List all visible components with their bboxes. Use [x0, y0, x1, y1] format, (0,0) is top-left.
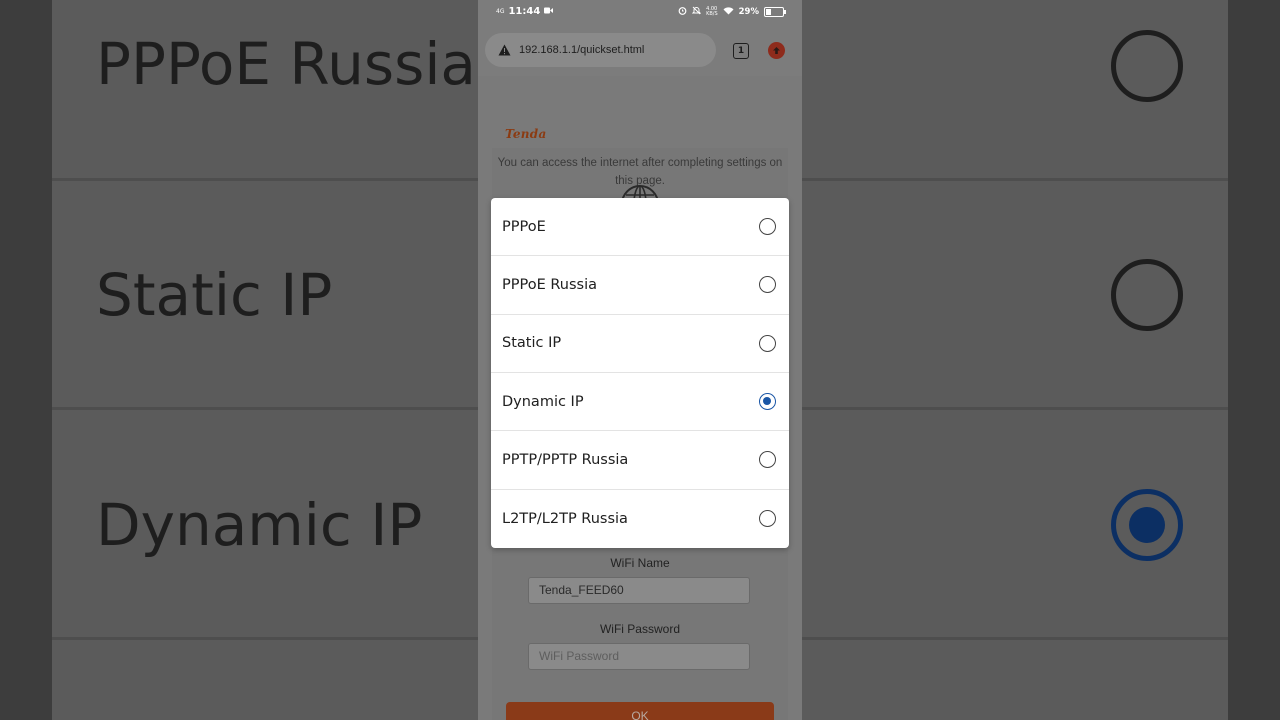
option-pppoe-russia[interactable]: PPPoE Russia — [491, 256, 789, 315]
option-label: PPPoE Russia — [502, 276, 597, 293]
option-label: PPPoE — [502, 218, 546, 235]
address-bar: 192.168.1.1/quickset.html 1 — [478, 26, 802, 76]
ok-button[interactable]: OK — [506, 702, 774, 720]
url-field[interactable]: 192.168.1.1/quickset.html — [485, 33, 716, 67]
status-time: 11:44 — [508, 6, 541, 17]
background-radio-checked-icon — [1111, 489, 1183, 561]
wifi-password-label: WiFi Password — [599, 622, 680, 636]
radio-icon[interactable] — [759, 276, 776, 294]
url-text: 192.168.1.1/quickset.html — [519, 44, 645, 56]
wifi-password-input[interactable]: WiFi Password — [528, 643, 750, 670]
wifi-name-label: WiFi Name — [610, 556, 670, 570]
option-pptp[interactable]: PPTP/PPTP Russia — [491, 431, 789, 490]
mute-icon — [691, 6, 702, 18]
background-radio-icon — [1111, 259, 1183, 331]
battery-icon — [764, 7, 786, 17]
radio-checked-icon[interactable] — [759, 393, 776, 411]
background-row-label: Dynamic IP — [96, 491, 423, 559]
radio-icon[interactable] — [759, 510, 776, 528]
option-dynamic-ip[interactable]: Dynamic IP — [491, 373, 789, 432]
background-radio-icon — [1111, 30, 1183, 102]
tenda-logo: Tenda — [505, 127, 547, 141]
status-bar: 4G 11:44 4.00 KB/S 29% — [478, 0, 802, 26]
radio-icon[interactable] — [759, 451, 776, 469]
radio-icon[interactable] — [759, 218, 776, 236]
network-type: 4G — [496, 8, 505, 15]
background-row-label: Static IP — [96, 261, 333, 329]
data-speed: 4.00 KB/S — [706, 6, 718, 17]
update-icon[interactable] — [768, 42, 785, 59]
option-static-ip[interactable]: Static IP — [491, 315, 789, 373]
alarm-icon — [678, 6, 687, 18]
option-label: Dynamic IP — [502, 393, 584, 410]
battery-percent: 29% — [738, 7, 759, 17]
option-label: PPTP/PPTP Russia — [502, 451, 629, 468]
option-pppoe[interactable]: PPPoE — [491, 198, 789, 257]
wifi-name-input[interactable]: Tenda_FEED60 — [528, 577, 750, 604]
radio-icon[interactable] — [759, 334, 776, 352]
wifi-icon — [723, 6, 734, 18]
option-label: L2TP/L2TP Russia — [502, 510, 628, 527]
tab-switcher-button[interactable]: 1 — [733, 43, 749, 59]
option-label: Static IP — [502, 335, 562, 352]
background-row-label: PPPoE Russia — [96, 30, 476, 98]
connection-type-dialog: PPPoE PPPoE Russia Static IP Dynamic IP … — [491, 198, 789, 548]
warning-icon[interactable] — [497, 43, 511, 57]
option-l2tp[interactable]: L2TP/L2TP Russia — [491, 490, 789, 548]
video-camera-icon — [544, 7, 554, 17]
